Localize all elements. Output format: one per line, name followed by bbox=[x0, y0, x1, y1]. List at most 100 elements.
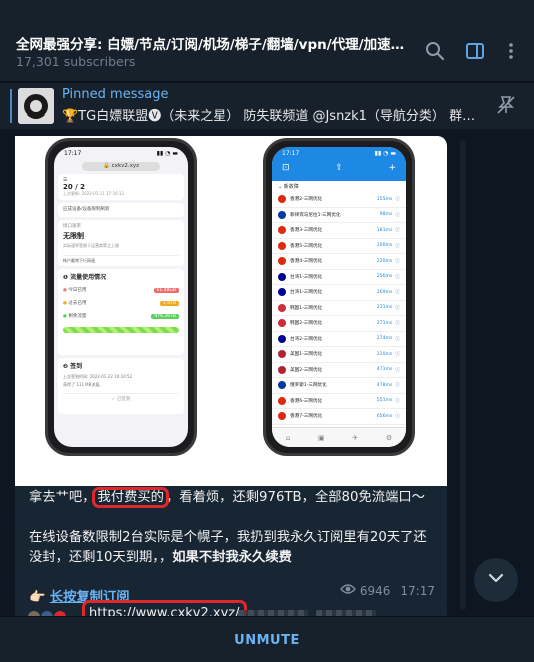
signin-title-text: 签到 bbox=[70, 363, 83, 370]
browser-url: cxkv2.xyz bbox=[111, 163, 139, 169]
rate-value: 无限制 bbox=[63, 232, 84, 240]
usage-progress-bar bbox=[63, 327, 179, 333]
rate-note: 实际速率受限于运营商等之上限 bbox=[63, 243, 119, 248]
usage-past-label: 过去已用 bbox=[68, 301, 87, 306]
message-meta: 6946 17:17 bbox=[339, 583, 435, 598]
node-row: 俄罗斯1-三网优化 478ms ⓘ bbox=[272, 378, 406, 394]
flag-icon bbox=[278, 195, 286, 204]
scroll-down-button[interactable] bbox=[474, 558, 518, 602]
message-bubble[interactable]: 17:17 ▮▮ ◔ ▬ 🔒 cxkv2.xyz ☰ 20 / 2 上次更新: … bbox=[15, 136, 447, 612]
node-row: 台湾2-三网优化 274ms ⓘ bbox=[272, 332, 406, 347]
plan-value: 20 / 2 bbox=[63, 183, 86, 191]
flag-icon bbox=[278, 365, 286, 374]
tab-tools-icon: ✈ bbox=[352, 433, 359, 442]
rate-foot: 帐户最常下行网速 bbox=[63, 255, 179, 264]
eye-icon bbox=[339, 583, 356, 598]
node-row: 香港5-三网优化 200ms ⓘ bbox=[272, 239, 406, 254]
node-latency: 310ms bbox=[376, 351, 393, 357]
info-icon: ⓘ bbox=[395, 212, 400, 218]
channel-title[interactable]: 全网最强分享: 白嫖/节点/订阅/机场/梯子/翻墙/vpn/代理/加速器/科… bbox=[16, 33, 416, 53]
scrollbar[interactable] bbox=[460, 140, 466, 610]
node-latency: 269ms bbox=[376, 289, 393, 295]
node-latency: 656ms bbox=[376, 413, 393, 419]
node-name: 美国2-三网优化 bbox=[290, 367, 323, 373]
signin-button: ✓ 已签到 bbox=[63, 393, 179, 402]
node-name: 韩国2-三网优化 bbox=[290, 321, 323, 327]
node-latency: 98ms bbox=[379, 212, 393, 218]
node-row: 香港2-三网优化 155ms ⓘ bbox=[272, 192, 406, 208]
subscriber-count: 17,301 subscribers bbox=[16, 54, 136, 69]
screenshot-dashboard[interactable]: 17:17 ▮▮ ◔ ▬ 🔒 cxkv2.xyz ☰ 20 / 2 上次更新: … bbox=[15, 136, 227, 486]
media-album[interactable]: 17:17 ▮▮ ◔ ▬ 🔒 cxkv2.xyz ☰ 20 / 2 上次更新: … bbox=[15, 136, 447, 486]
screenshot-node-list[interactable]: 17:17 ▮▮ ◔ ▬ ⊡ ⇧ + ⌄ 新故障 香港2-三网优化 155ms ⓘ 菲… bbox=[233, 136, 445, 486]
message-line-1: 拿去艹吧， 我付费买的 ，看着烦，还剩976TB，全部80免流端口～ bbox=[29, 487, 439, 508]
signin-button-label: 已签到 bbox=[116, 397, 131, 402]
node-row: 香港3-三网优化 181ms ⓘ bbox=[272, 223, 406, 239]
node-latency: 231ms bbox=[376, 305, 393, 311]
info-icon: ⓘ bbox=[395, 414, 400, 420]
flag-icon bbox=[278, 272, 286, 281]
unmute-button[interactable]: UNMUTE bbox=[0, 633, 534, 648]
usage-today: ● 今日已用 bbox=[63, 288, 87, 293]
device-reset-button: 应成设备/设备限制刷新 bbox=[58, 203, 184, 217]
more-vert-icon[interactable] bbox=[500, 40, 522, 62]
highlight-paid: 我付费买的 bbox=[92, 487, 169, 508]
phone-screen: 17:17 ▮▮ ◔ ▬ ⊡ ⇧ + ⌄ 新故障 香港2-三网优化 155ms ⓘ 菲… bbox=[272, 147, 406, 447]
message-line-1-start: 拿去艹吧， bbox=[29, 490, 96, 505]
chat-header[interactable]: 全网最强分享: 白嫖/节点/订阅/机场/梯子/翻墙/vpn/代理/加速器/科… … bbox=[0, 0, 534, 82]
phone-frame: 17:17 ▮▮ ◔ ▬ ⊡ ⇧ + ⌄ 新故障 香港2-三网优化 155ms ⓘ 菲… bbox=[263, 138, 415, 456]
pinned-message-bar[interactable]: Pinned message 🏆TG白嫖联盟🅥（未来之星） 防失联频道 @Jsn… bbox=[0, 83, 534, 129]
node-latency: 256ms bbox=[376, 274, 393, 280]
node-name: 香港5-三网优化 bbox=[290, 243, 323, 249]
node-list: 香港2-三网优化 155ms ⓘ 菲律宾马尼拉1-三网优化 98ms ⓘ 香港3-三网优化 1… bbox=[272, 192, 406, 425]
info-icon: ⓘ bbox=[395, 367, 400, 373]
unpin-icon[interactable] bbox=[494, 93, 516, 115]
tab-settings-icon: ⚙ bbox=[385, 433, 393, 442]
plan-updated: 上次更新: 2022-01-11 17:16:12 bbox=[63, 191, 125, 196]
info-icon: ⓘ bbox=[395, 383, 400, 389]
flag-icon bbox=[278, 241, 286, 250]
node-name: 美国1-三网优化 bbox=[290, 352, 323, 358]
usage-remaining-label: 剩余流量 bbox=[68, 314, 87, 319]
flag-icon bbox=[278, 350, 286, 359]
node-row: 美国2-三网优化 471ms ⓘ bbox=[272, 363, 406, 378]
node-name: 俄罗斯1-三网优化 bbox=[290, 383, 327, 389]
node-row: 台湾1-三网优化 256ms ⓘ bbox=[272, 270, 406, 285]
pinned-text: 🏆TG白嫖联盟🅥（未来之星） 防失联频道 @Jsnzk1（导航分类） 群… bbox=[62, 109, 476, 124]
node-latency: 551ms bbox=[376, 398, 393, 404]
rate-label: 接口速率 bbox=[63, 224, 81, 229]
flag-icon bbox=[278, 288, 286, 297]
flag-icon bbox=[278, 257, 286, 266]
search-icon[interactable] bbox=[424, 40, 446, 62]
info-icon: ⓘ bbox=[395, 274, 400, 280]
info-icon: ⓘ bbox=[395, 352, 400, 358]
info-icon: ⓘ bbox=[395, 197, 400, 203]
node-row: 韩国1-三网优化 231ms ⓘ bbox=[272, 301, 406, 316]
tab-store-icon: ▣ bbox=[317, 433, 325, 442]
flag-icon bbox=[278, 226, 286, 235]
phone-screen: 17:17 ▮▮ ◔ ▬ 🔒 cxkv2.xyz ☰ 20 / 2 上次更新: … bbox=[54, 147, 188, 447]
status-icons: ▮▮ ◔ ▬ bbox=[374, 150, 396, 157]
node-latency: 181ms bbox=[376, 227, 393, 233]
node-latency: 220ms bbox=[376, 258, 393, 264]
node-name: 菲律宾马尼拉1-三网优化 bbox=[290, 212, 341, 218]
node-name: 台湾1-三网优化 bbox=[290, 290, 323, 296]
usage-today-label: 今日已用 bbox=[68, 288, 87, 293]
flag-icon bbox=[278, 396, 286, 405]
pointing-hand-icon: 👉🏻 bbox=[29, 590, 46, 605]
sidebar-toggle-icon[interactable] bbox=[464, 40, 486, 62]
info-icon: ⓘ bbox=[395, 305, 400, 311]
status-time: 17:17 bbox=[282, 150, 300, 157]
flag-icon bbox=[278, 319, 286, 328]
info-icon: ⓘ bbox=[395, 228, 400, 234]
tab-home-icon: ⌂ bbox=[285, 433, 291, 442]
flag-icon bbox=[278, 334, 286, 343]
bottom-bar: UNMUTE bbox=[0, 616, 534, 662]
chevron-down-icon bbox=[486, 568, 506, 592]
usage-remaining: ● 剩余流量 bbox=[63, 314, 87, 319]
node-name: 韩国1-三网优化 bbox=[290, 305, 323, 311]
pinned-thumbnail bbox=[18, 88, 54, 124]
node-name: 台湾2-三网优化 bbox=[290, 336, 323, 342]
node-row: 台湾1-三网优化 269ms ⓘ bbox=[272, 285, 406, 301]
scan-icon: ⊡ bbox=[282, 163, 290, 173]
